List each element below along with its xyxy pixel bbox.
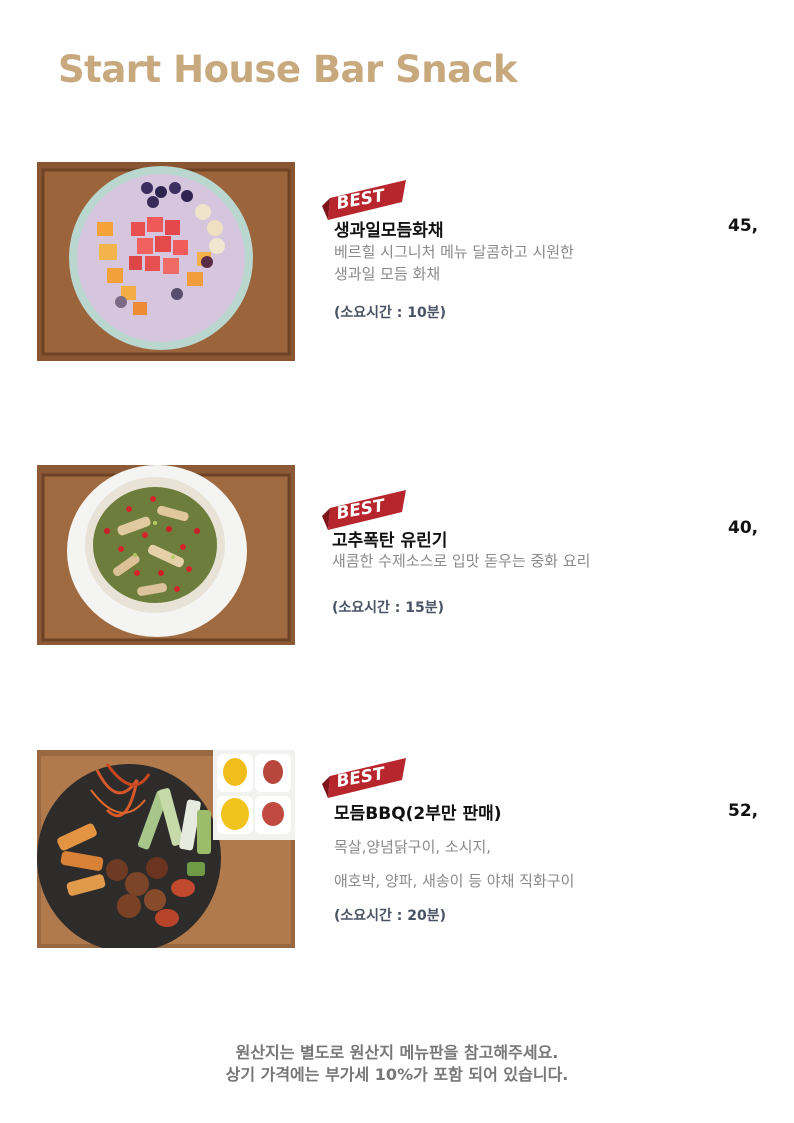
description-line: 베르힐 시그니처 메뉴 달콤하고 시원한 xyxy=(334,243,574,261)
bbq-photo xyxy=(37,750,295,948)
svg-text:BEST: BEST xyxy=(335,496,388,524)
prep-time: (소요시간 : 20분) xyxy=(334,908,447,924)
menu-item-description: 베르힐 시그니처 메뉴 달콤하고 시원한 생과일 모듬 화채 xyxy=(334,241,574,285)
menu-item-description: 목살,양념닭구이, 소시지, 애호박, 양파, 새송이 등 야채 직화구이 xyxy=(334,830,574,898)
fruit-punch-photo xyxy=(37,162,295,361)
menu-item-price: 52, xyxy=(728,801,759,821)
prep-time: (소요시간 : 10분) xyxy=(334,305,447,321)
menu-item-name: 모듬BBQ(2부만 판매) xyxy=(334,804,502,824)
best-badge: BEST xyxy=(322,180,406,220)
description-line: 생과일 모듬 화채 xyxy=(334,265,441,283)
menu-item-price: 45, xyxy=(728,216,759,236)
vat-note: 상기 가격에는 부가세 10%가 포함 되어 있습니다. xyxy=(225,1065,569,1084)
svg-text:BEST: BEST xyxy=(335,764,388,792)
description-line: 애호박, 양파, 새송이 등 야채 직화구이 xyxy=(334,872,575,890)
description-line: 목살,양념닭구이, 소시지, xyxy=(334,838,492,856)
menu-item-price: 40, xyxy=(728,518,759,538)
svg-text:BEST: BEST xyxy=(335,186,388,214)
best-badge: BEST xyxy=(322,490,406,530)
page-title: Start House Bar Snack xyxy=(58,48,518,91)
footer-note: 원산지는 별도로 원산지 메뉴판을 참고해주세요. 상기 가격에는 부가세 10… xyxy=(0,1042,794,1086)
menu-item-name: 생과일모듬화채 xyxy=(334,221,444,241)
description-line: 새콤한 수제소스로 입맛 돋우는 중화 요리 xyxy=(332,552,591,570)
menu-item-name: 고추폭탄 유린기 xyxy=(332,531,448,551)
yuringi-photo xyxy=(37,465,295,645)
origin-note: 원산지는 별도로 원산지 메뉴판을 참고해주세요. xyxy=(235,1043,559,1062)
menu-item-description: 새콤한 수제소스로 입맛 돋우는 중화 요리 xyxy=(332,550,590,572)
best-badge: BEST xyxy=(322,758,406,798)
prep-time: (소요시간 : 15분) xyxy=(332,600,445,616)
